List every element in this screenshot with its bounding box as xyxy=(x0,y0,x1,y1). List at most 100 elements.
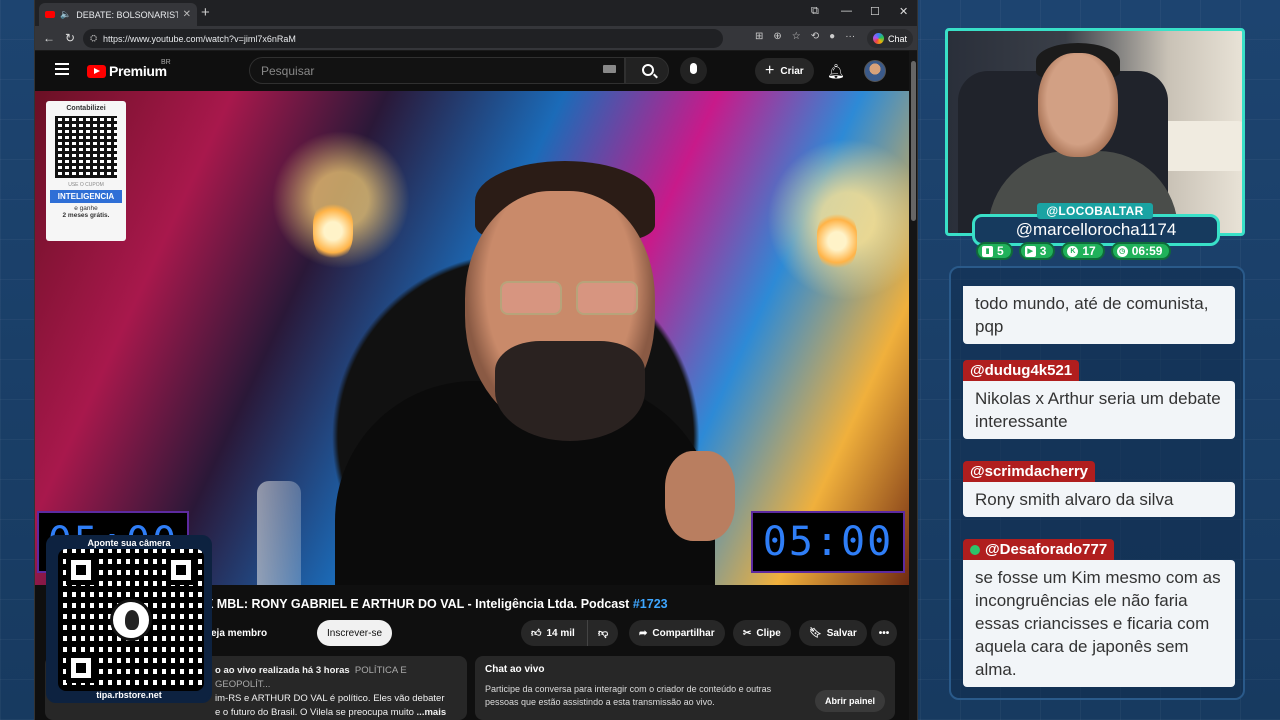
like-count: 14 mil xyxy=(546,627,575,639)
description-line: e o futuro do Brasil. O Vilela se preocu… xyxy=(215,707,414,718)
chat-username: @scrimdacherry xyxy=(963,461,1096,482)
description-meta: o ao vivo realizada há 3 horas xyxy=(215,665,350,676)
subscribe-label: Inscrever-se xyxy=(327,627,383,639)
menu-icon[interactable] xyxy=(55,63,69,78)
youtube-icon: ▶ xyxy=(1024,245,1036,257)
address-icons: ⊞ ⊕ ☆ ⟲ ● ··· xyxy=(755,31,855,42)
search-input[interactable]: Pesquisar xyxy=(249,57,625,84)
maximize-icon[interactable]: ☐ xyxy=(870,5,880,18)
lamp-decor xyxy=(817,211,857,271)
more-dots-icon: ••• xyxy=(878,627,890,639)
video-hashtag[interactable]: #1723 xyxy=(633,597,668,611)
sponsor-brand: Contabilizei xyxy=(66,105,106,112)
live-chat-title: Chat ao vivo xyxy=(485,664,545,675)
zoom-icon[interactable]: ⊕ xyxy=(773,31,781,42)
video-title-text: X MBL: RONY GABRIEL E ARTHUR DO VAL - In… xyxy=(205,597,630,611)
back-arrow-icon[interactable]: ← xyxy=(43,31,55,45)
sponsor-coupon-label: USE O CUPOM xyxy=(68,182,104,188)
site-info-icon[interactable]: ⛭ xyxy=(90,33,97,44)
url-text: https://www.youtube.com/watch?v=jiml7x6n… xyxy=(103,33,296,44)
description-more-link[interactable]: ...mais xyxy=(417,707,447,718)
viewer-stats: ▮ 5 ▶ 3 K 17 ◷ 06:59 xyxy=(976,242,1172,260)
copilot-icon xyxy=(872,33,884,44)
chat-message-text: Rony smith alvaro da silva xyxy=(963,482,1235,517)
create-button[interactable]: + Criar xyxy=(755,58,814,84)
description-line: im-RS e ARTHUR DO VAL é político. Eles v… xyxy=(215,693,445,704)
video-host xyxy=(335,151,735,585)
qr-overlay-caption: Aponte sua câmera xyxy=(87,538,171,548)
chat-badge-icon xyxy=(970,545,980,555)
profile-icon[interactable]: ● xyxy=(829,31,835,42)
search-placeholder: Pesquisar xyxy=(261,63,315,78)
chat-message-text: se fosse um Kim mesmo com as incongruênc… xyxy=(963,560,1235,687)
browser-tab[interactable]: 🔈 DEBATE: BOLSONARISTA X M ✕ xyxy=(39,3,197,26)
live-chat-card: Chat ao vivo Participe da conversa para … xyxy=(475,656,895,720)
copilot-chat-button[interactable]: Chat xyxy=(866,29,913,48)
clip-button[interactable]: ✂ Clipe xyxy=(733,620,791,646)
subscribe-button[interactable]: Inscrever-se xyxy=(317,620,393,646)
tab-strip: 🔈 DEBATE: BOLSONARISTA X M ✕ + — ☐ ✕ ⧉ xyxy=(35,0,917,26)
countdown-timer-right: 05:00 xyxy=(751,511,905,573)
youtube-favicon-icon xyxy=(45,11,55,18)
sponsor-coupon: INTELIGENCIA xyxy=(50,190,122,203)
sponsor-qr-card: Contabilizei USE O CUPOM INTELIGENCIA e … xyxy=(46,101,126,241)
notifications-bell-icon[interactable]: 🔔︎ xyxy=(827,63,845,80)
clock-icon: ◷ xyxy=(1116,245,1128,257)
water-bottle xyxy=(257,481,301,585)
apps-icon[interactable]: ⊞ xyxy=(755,31,763,42)
qr-overlay-url: tipa.rbstore.net xyxy=(96,690,162,700)
extensions-icon[interactable]: ⟲ xyxy=(811,31,819,42)
live-chat-description: Participe da conversa para interagir com… xyxy=(485,684,772,707)
region-label: BR xyxy=(161,59,171,66)
save-label: Salvar xyxy=(826,627,857,639)
address-bar: ← ↻ ⛭ https://www.youtube.com/watch?v=ji… xyxy=(35,26,917,51)
more-icon[interactable]: ··· xyxy=(845,31,855,42)
dislike-button[interactable]: 👎︎ xyxy=(587,620,619,646)
search-button[interactable] xyxy=(625,57,669,84)
restore-icon[interactable]: ⧉ xyxy=(811,5,819,18)
account-avatar[interactable] xyxy=(864,60,886,82)
scissors-icon: ✂ xyxy=(743,627,752,639)
more-actions-button[interactable]: ••• xyxy=(871,620,897,646)
microphone-icon xyxy=(690,63,697,74)
twitch-icon: ▮ xyxy=(982,245,993,257)
stream-qr-overlay: Aponte sua câmera tipa.rbstore.net xyxy=(46,535,212,703)
video-player[interactable]: Contabilizei USE O CUPOM INTELIGENCIA e … xyxy=(35,91,909,585)
open-chat-button[interactable]: Abrir painel xyxy=(814,690,885,712)
keyboard-icon[interactable] xyxy=(603,65,616,73)
page-scrollbar[interactable] xyxy=(909,51,917,720)
video-title: X MBL: RONY GABRIEL E ARTHUR DO VAL - In… xyxy=(205,597,668,611)
stat-kick: K 17 xyxy=(1061,242,1105,260)
close-window-icon[interactable]: ✕ xyxy=(899,5,908,18)
reload-icon[interactable]: ↻ xyxy=(65,31,75,45)
voice-search-button[interactable] xyxy=(680,57,707,84)
chat-message: todo mundo, até de comunista, pqp xyxy=(963,286,1235,344)
favorite-star-icon[interactable]: ☆ xyxy=(792,31,801,42)
chat-message: @dudug4k521 Nikolas x Arthur seria um de… xyxy=(963,360,1235,439)
chat-overlay: todo mundo, até de comunista, pqp @dudug… xyxy=(949,266,1245,700)
youtube-logo[interactable]: Premium xyxy=(87,63,167,79)
minimize-icon[interactable]: — xyxy=(841,5,852,17)
chat-message-text: todo mundo, até de comunista, pqp xyxy=(963,286,1235,344)
new-tab-icon[interactable]: + xyxy=(201,4,210,21)
clip-label: Clipe xyxy=(756,627,781,639)
bookmark-icon: 🔖︎ xyxy=(809,627,822,639)
tab-title: DEBATE: BOLSONARISTA X M xyxy=(76,9,177,20)
share-button[interactable]: ➦ Compartilhar xyxy=(629,620,725,646)
search-icon xyxy=(642,64,654,76)
speaker-icon[interactable]: 🔈 xyxy=(60,9,71,20)
stat-uptime: ◷ 06:59 xyxy=(1110,242,1172,260)
join-button[interactable]: eja membro xyxy=(211,620,277,646)
thumbs-up-icon: 👍︎ xyxy=(531,628,542,639)
stream-qr-code xyxy=(58,549,204,691)
chat-username: @Desaforado777 xyxy=(963,539,1115,560)
url-field[interactable]: ⛭ https://www.youtube.com/watch?v=jiml7x… xyxy=(83,29,723,48)
save-button[interactable]: 🔖︎ Salvar xyxy=(799,620,867,646)
tab-close-icon[interactable]: ✕ xyxy=(183,9,191,20)
share-label: Compartilhar xyxy=(652,627,715,639)
thumbs-down-icon: 👎︎ xyxy=(598,628,609,639)
sponsor-offer: e ganhe 2 meses grátis. xyxy=(62,205,110,219)
chat-username: @dudug4k521 xyxy=(963,360,1080,381)
youtube-masthead: Premium BR Pesquisar + Criar 🔔︎ xyxy=(35,51,909,91)
like-button[interactable]: 👍︎ 14 mil xyxy=(521,620,587,646)
